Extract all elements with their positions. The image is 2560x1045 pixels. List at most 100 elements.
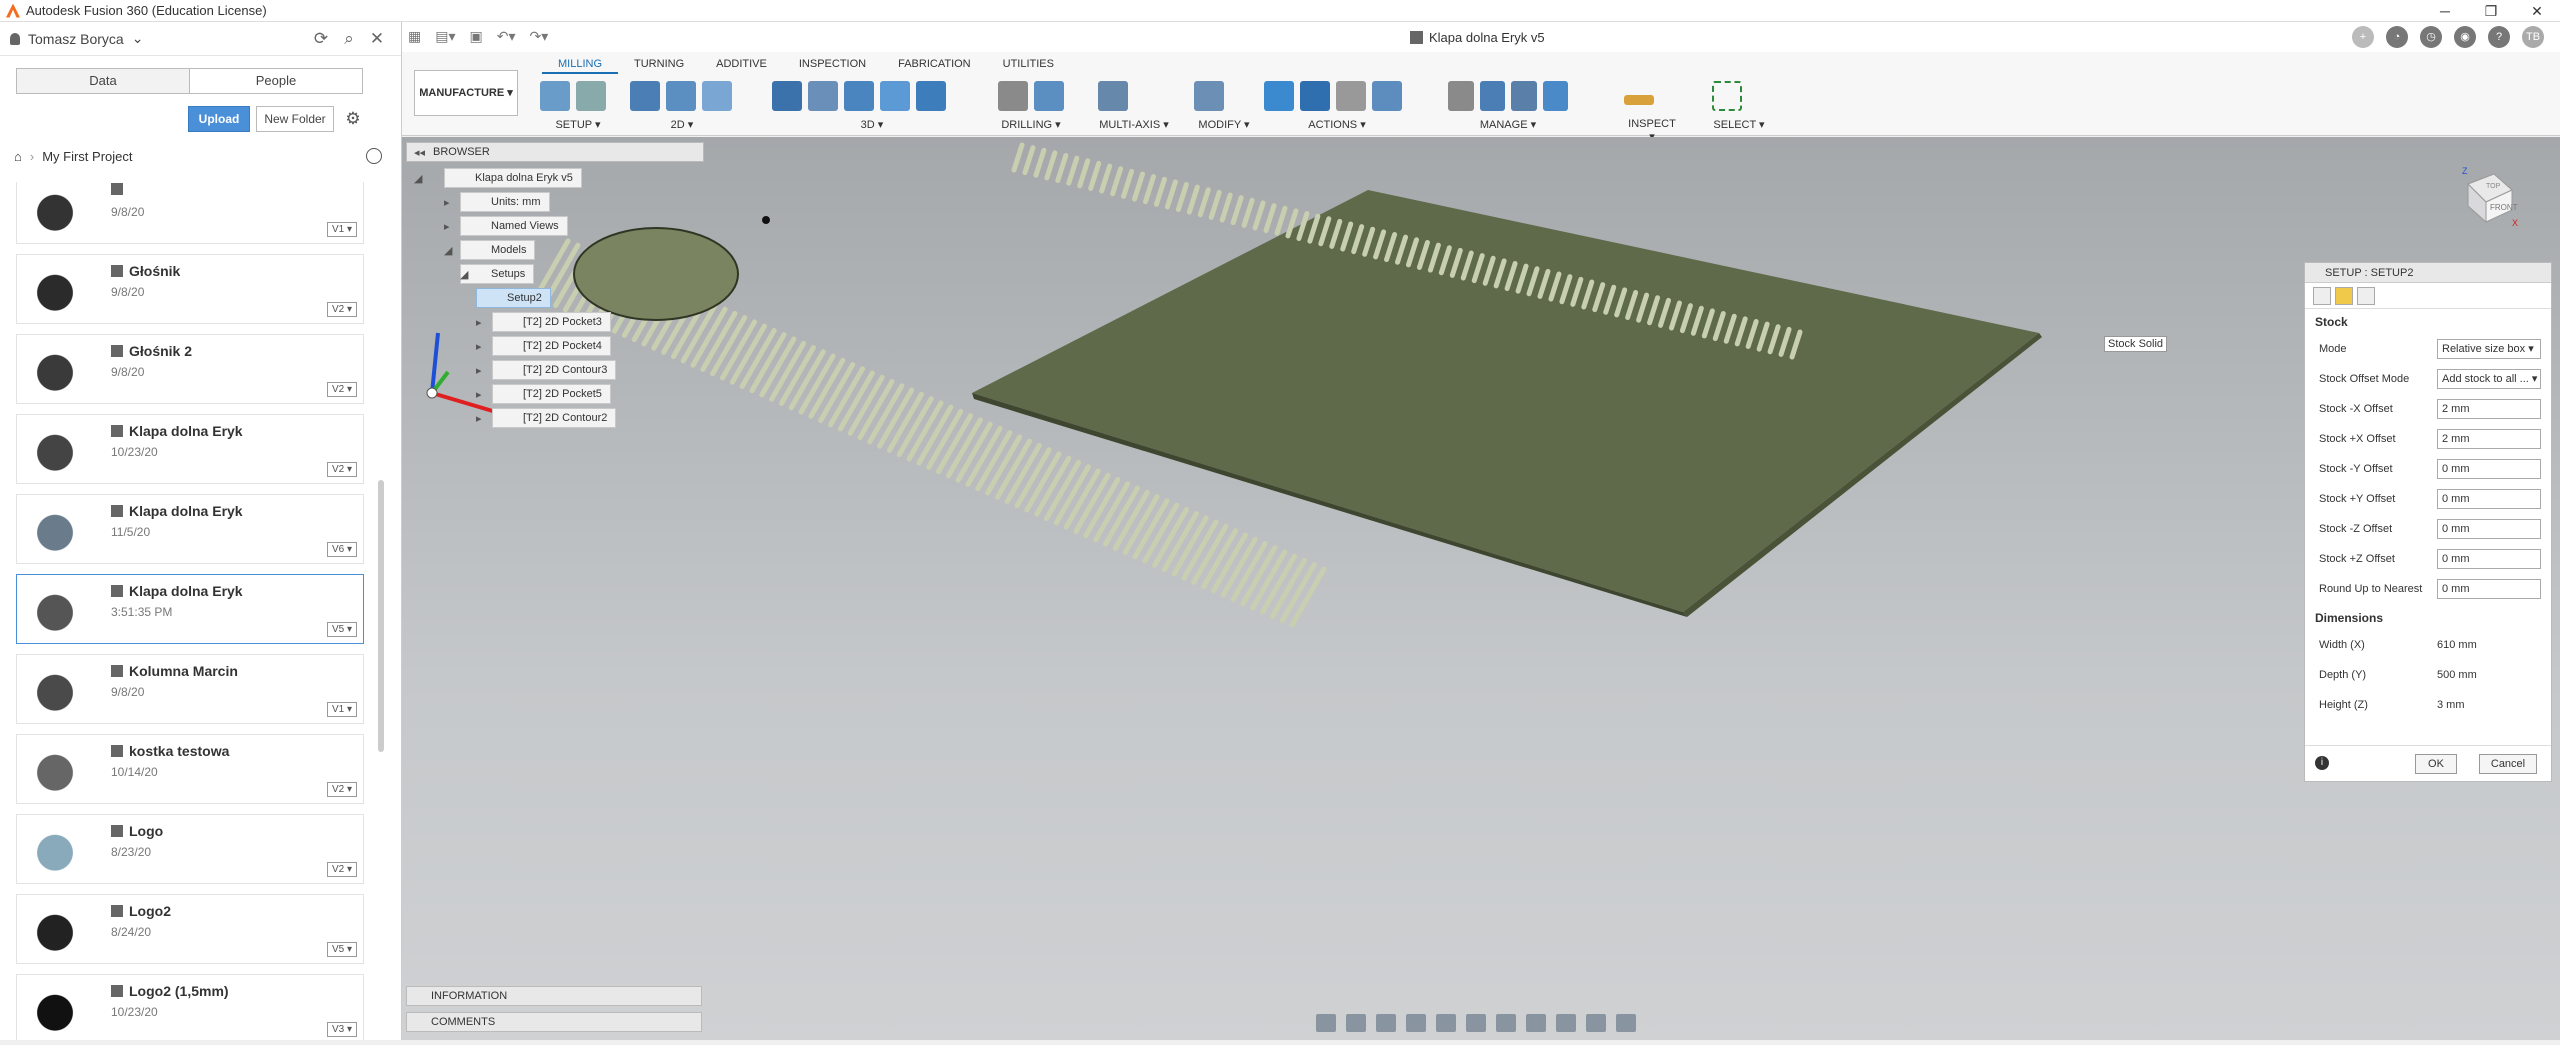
camera-icon[interactable] [1556,1014,1576,1032]
collapse-browser-icon[interactable]: ◂◂ [414,146,425,159]
contour-3d-icon[interactable] [916,81,946,111]
cancel-button[interactable]: Cancel [2479,754,2537,774]
version-badge[interactable]: V2 ▾ [326,302,357,317]
minimize-button[interactable]: ─ [2422,0,2468,22]
pan-icon[interactable] [1376,1014,1396,1032]
field-value[interactable]: Relative size box ▾ [2437,339,2541,359]
tree-operation[interactable]: [T2] 2D Pocket4 [492,336,611,356]
group-3d[interactable]: 3D ▾ [772,78,972,132]
tab-fabrication[interactable]: FABRICATION [882,58,987,74]
home-icon[interactable]: ⌂ [14,149,22,164]
version-badge[interactable]: V2 ▾ [326,782,357,797]
tree-operation[interactable]: [T2] 2D Contour3 [492,360,617,380]
pocket-clearing-icon[interactable] [808,81,838,111]
tree-models[interactable]: Models [460,240,536,260]
tree-named-views[interactable]: Named Views [460,216,568,236]
job-status-icon[interactable]: ◷ [2420,26,2442,48]
setup-sheet-icon[interactable] [1336,81,1366,111]
viewport-canvas[interactable] [402,137,2560,1040]
post-library-icon[interactable] [1511,81,1537,111]
tree-operation[interactable]: [T2] 2D Contour2 [492,408,617,428]
file-card[interactable]: Klapa dolna Eryk 3:51:35 PM V5 ▾ [16,574,364,644]
tree-operation[interactable]: [T2] 2D Pocket5 [492,384,611,404]
tab-milling[interactable]: MILLING [542,58,619,74]
new-folder-button[interactable]: New Folder [256,106,334,132]
tab-turning[interactable]: TURNING [618,58,700,74]
tab-inspection[interactable]: INSPECTION [783,58,882,74]
expand-operation-icon[interactable]: ▸ [476,364,482,377]
tool-library-icon[interactable] [1448,81,1474,111]
version-badge[interactable]: V5 ▾ [326,622,357,637]
upload-button[interactable]: Upload [188,106,250,132]
group-manage[interactable]: MANAGE ▾ [1448,78,1568,132]
tab-additive[interactable]: ADDITIVE [700,58,783,74]
stock-plate[interactable] [972,190,2042,617]
expand-operation-icon[interactable]: ▸ [476,412,482,425]
pocket-2d-icon[interactable] [630,81,660,111]
adaptive-2d-icon[interactable] [666,81,696,111]
folder-setup-icon[interactable] [540,81,570,111]
setup-dialog-title[interactable]: SETUP : SETUP2 [2305,263,2551,283]
template-library-icon[interactable] [1542,81,1568,111]
version-badge[interactable]: V2 ▾ [326,382,357,397]
stock-tab-icon[interactable] [2335,287,2353,305]
file-card[interactable]: Kolumna Marcin 9/8/20 V1 ▾ [16,654,364,724]
globe-icon[interactable] [366,148,382,164]
browser-header[interactable]: BROWSER [406,142,704,162]
group-setup[interactable]: SETUP ▾ [540,78,616,132]
search-icon[interactable]: ⌕ [335,29,363,49]
version-badge[interactable]: V1 ▾ [326,222,357,237]
tree-setup2[interactable]: Setup2 [476,288,551,308]
group-2d[interactable]: 2D ▾ [630,78,734,132]
expand-named-views-icon[interactable]: ▸ [444,196,450,209]
tree-root[interactable]: Klapa dolna Eryk v5 [444,168,582,188]
field-value[interactable]: 0 mm [2437,549,2541,569]
file-card[interactable]: Klapa dolna Eryk 11/5/20 V6 ▾ [16,494,364,564]
field-value[interactable]: 0 mm [2437,459,2541,479]
field-value[interactable]: 0 mm [2437,579,2541,599]
group-actions[interactable]: ACTIONS ▾ [1264,78,1410,132]
file-card[interactable]: Logo2 8/24/20 V5 ▾ [16,894,364,964]
extensions-icon[interactable]: ◔ [2386,26,2408,48]
breadcrumb-project[interactable]: My First Project [42,149,132,164]
nc-program-icon[interactable] [576,81,606,111]
expand-operation-icon[interactable]: ▸ [476,388,482,401]
help-icon[interactable]: ? [2488,26,2510,48]
post-process-icon[interactable] [1300,81,1330,111]
setup-tab-icon[interactable] [2313,287,2331,305]
redo-icon[interactable]: ↷▾ [530,28,549,45]
collapse-setups-icon[interactable]: ◢ [444,244,452,257]
group-inspect[interactable]: INSPECT ▾ [1624,78,1680,143]
field-value[interactable]: 2 mm [2437,399,2541,419]
version-badge[interactable]: V3 ▾ [326,1022,357,1037]
file-card[interactable]: Logo2 (1,5mm) 10/23/20 V3 ▾ [16,974,364,1040]
measure-icon[interactable] [1624,95,1654,105]
steep-shallow-icon[interactable] [844,81,874,111]
grid-settings-icon[interactable] [1496,1014,1516,1032]
version-badge[interactable]: V2 ▾ [326,462,357,477]
field-value[interactable]: 0 mm [2437,519,2541,539]
file-card[interactable]: kostka testowa 10/14/20 V2 ▾ [16,734,364,804]
select-box-icon[interactable] [1712,81,1742,111]
file-card[interactable]: 9/8/20 V1 ▾ [16,182,364,244]
information-panel[interactable]: INFORMATION [406,986,702,1006]
face-icon[interactable] [702,81,732,111]
refresh-icon[interactable]: ⟳ [307,29,335,49]
viewports-icon[interactable] [1526,1014,1546,1032]
multi-axis-icon[interactable] [1098,81,1128,111]
file-icon[interactable]: ▤▾ [435,28,455,45]
effects-icon[interactable] [1616,1014,1636,1032]
ok-button[interactable]: OK [2415,754,2457,774]
post-process-tab-icon[interactable] [2357,287,2375,305]
dimensions-section-header[interactable]: Dimensions [2305,605,2551,631]
file-card[interactable]: Klapa dolna Eryk 10/23/20 V2 ▾ [16,414,364,484]
workspace-switcher[interactable]: MANUFACTURE ▾ [414,70,518,116]
avatar[interactable]: TB [2522,26,2544,48]
stock-section-header[interactable]: Stock [2305,309,2551,335]
root-collapse-icon[interactable]: ◢ [414,172,422,185]
gear-icon[interactable]: ⚙ [342,108,364,130]
restore-button[interactable]: ❐ [2468,0,2514,22]
display-settings-icon[interactable] [1466,1014,1486,1032]
undo-icon[interactable]: ↶▾ [497,28,516,45]
group-drilling[interactable]: DRILLING ▾ [998,78,1064,132]
